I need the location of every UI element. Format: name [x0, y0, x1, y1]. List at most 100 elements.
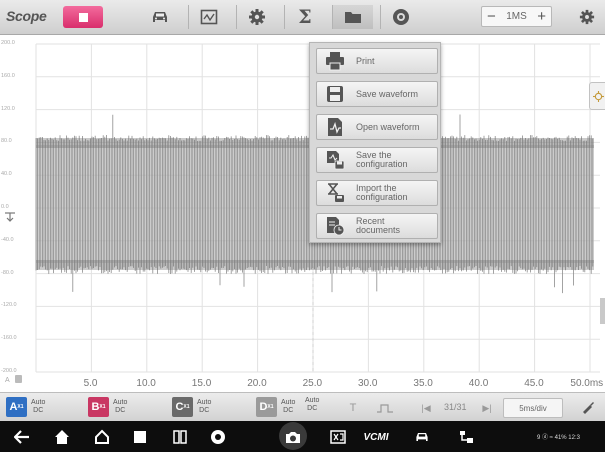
stop-button[interactable] — [63, 6, 103, 28]
channel-a-button[interactable]: A X1 — [6, 397, 27, 417]
settings-button[interactable] — [236, 5, 277, 29]
channel-c[interactable]: C X1 Auto DC — [172, 397, 211, 417]
skip-forward-icon: ▶| — [482, 402, 492, 413]
back-arrow-icon — [14, 430, 29, 444]
y-tick-label: 80.0 — [1, 138, 12, 145]
x-tick-label: 10.0 — [136, 378, 156, 389]
browser-button[interactable] — [208, 427, 228, 447]
channel-probe-scale: X1 — [183, 404, 190, 410]
x-tick-label: 15.0 — [191, 378, 212, 389]
help-button[interactable] — [380, 5, 421, 29]
recent-docs-icon — [324, 215, 346, 237]
scope-settings-button[interactable] — [575, 7, 599, 27]
y-tick-label: 120.0 — [1, 105, 15, 112]
channel-c-mode[interactable]: Auto DC — [197, 399, 211, 415]
channel-d-button[interactable]: D X1 — [256, 397, 277, 417]
channel-letter: D — [259, 401, 268, 413]
split-screen-button[interactable] — [170, 427, 190, 447]
car-icon — [153, 12, 167, 22]
recent-apps-button[interactable] — [130, 427, 150, 447]
screen-record-icon — [330, 430, 346, 444]
app-title: Scope — [6, 8, 47, 24]
channel-c-button[interactable]: C X1 — [172, 397, 193, 417]
camera-icon — [286, 432, 300, 443]
waveform-plot-area[interactable]: 200.0 160.0 120.0 80.0 40.0 0.0 -40.0 -80.0 -120… — [0, 35, 605, 390]
file-dropdown-menu: Print Save waveform Open waveform Save t… — [309, 42, 441, 243]
pulse-tool-button[interactable] — [373, 400, 397, 416]
channel-b-button[interactable]: B X1 — [88, 397, 109, 417]
menu-item-label: Open waveform — [356, 121, 420, 132]
timebase-value: 1MS — [506, 11, 527, 22]
menu-item-recent-documents[interactable]: Recent documents — [316, 213, 438, 239]
side-drawer-handle[interactable] — [600, 298, 605, 324]
back-button[interactable] — [12, 427, 32, 447]
x-tick-label: 50.0ms — [570, 378, 604, 389]
crosshair-settings-icon — [592, 90, 604, 102]
side-panel-toggle[interactable] — [589, 82, 605, 110]
time-per-div-button[interactable]: 5ms/div — [503, 398, 563, 418]
calibrate-button[interactable] — [575, 398, 601, 416]
menu-item-label: Print — [356, 55, 375, 66]
channel-a[interactable]: A X1 Auto DC — [6, 397, 45, 417]
y-tick-label: -40.0 — [1, 236, 14, 243]
vcmi-label: VCMI — [363, 431, 389, 443]
first-page-button[interactable]: |◀ — [418, 400, 434, 416]
trigger-marker-icon[interactable] — [4, 209, 16, 223]
sigma-math-icon: Σ — [298, 6, 312, 28]
menu-item-save-configuration[interactable]: Save the configuration — [316, 147, 438, 173]
file-menu-button[interactable] — [332, 5, 373, 29]
screen-record-button[interactable] — [328, 427, 348, 447]
channel-letter: C — [175, 401, 184, 413]
menu-item-print[interactable]: Print — [316, 48, 438, 74]
open-waveform-icon — [324, 116, 346, 138]
last-page-button[interactable]: ▶| — [479, 400, 495, 416]
pulse-icon — [377, 403, 393, 413]
square-icon — [134, 431, 146, 443]
math-channel[interactable]: Auto DC — [301, 397, 319, 413]
x-origin-marker[interactable] — [15, 375, 22, 383]
save-icon — [324, 83, 346, 105]
vehicle-button[interactable] — [140, 5, 180, 29]
home-button[interactable] — [52, 427, 72, 447]
signal-edge-band — [36, 260, 594, 270]
settings-gear-icon — [249, 9, 265, 25]
waveform-plot[interactable] — [0, 35, 605, 390]
x-axis-origin-label: A — [5, 377, 10, 384]
save-config-icon — [324, 149, 346, 171]
menu-item-open-waveform[interactable]: Open waveform — [316, 114, 438, 140]
channel-b[interactable]: B X1 Auto DC — [88, 397, 127, 417]
channel-d-mode[interactable]: Auto DC — [281, 399, 295, 415]
channel-letter: A — [9, 401, 18, 413]
x-tick-label: 5.0 — [83, 378, 98, 389]
channel-b-mode[interactable]: Auto DC — [113, 399, 127, 415]
menu-item-label: Save the configuration — [356, 150, 408, 169]
x-tick-label: 20.0 — [247, 378, 267, 389]
waveform-library-button[interactable] — [188, 5, 229, 29]
math-button[interactable]: Σ — [284, 5, 325, 29]
network-button[interactable] — [456, 427, 476, 447]
timebase-decrease-button[interactable]: − — [487, 9, 496, 24]
screenshot-button[interactable] — [283, 427, 303, 447]
y-tick-label: -200.0 — [1, 368, 17, 374]
status-bar-info: 9 ⓓ ≈ 41% 12:3 — [537, 435, 580, 441]
split-screen-icon — [173, 430, 187, 444]
menu-item-save-waveform[interactable]: Save waveform — [316, 81, 438, 107]
y-tick-label: -80.0 — [1, 269, 14, 276]
printer-icon — [324, 50, 346, 72]
vcmi-button[interactable]: VCMI — [360, 427, 392, 447]
menu-item-import-configuration[interactable]: Import the configuration — [316, 180, 438, 206]
timebase-increase-button[interactable]: + — [537, 9, 546, 24]
channel-d[interactable]: D X1 Auto DC — [256, 397, 295, 417]
page-indicator: 31/31 — [444, 402, 467, 412]
math-channel-mode[interactable]: Auto DC — [305, 397, 319, 413]
probe-icon — [583, 402, 594, 414]
text-tool-button[interactable]: T — [343, 400, 363, 416]
channel-letter: B — [91, 401, 100, 413]
stop-icon — [78, 12, 88, 22]
timebase-control[interactable]: − 1MS + — [481, 6, 552, 27]
vehicle-connect-button[interactable] — [412, 427, 432, 447]
y-tick-label: 160.0 — [1, 72, 15, 79]
folder-icon — [345, 12, 361, 23]
channel-a-mode[interactable]: Auto DC — [31, 399, 45, 415]
launcher-button[interactable] — [92, 427, 112, 447]
